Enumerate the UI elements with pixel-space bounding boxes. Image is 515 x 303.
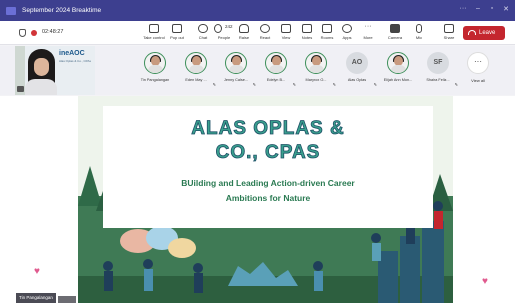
person-face bbox=[34, 58, 49, 76]
share-icon bbox=[444, 24, 454, 33]
participant-name: Eden May ... bbox=[185, 78, 207, 82]
presenter-name-label: Tin Pangalangan bbox=[16, 293, 56, 303]
avatar bbox=[305, 52, 327, 74]
participant-name: Elijah Ann Mon... bbox=[383, 78, 413, 82]
notes-icon bbox=[302, 24, 312, 33]
more-icon: ··· bbox=[467, 52, 489, 74]
share-button[interactable]: Share bbox=[435, 23, 463, 43]
participant-name: Tin Pangalangan bbox=[140, 78, 170, 82]
more-options-icon[interactable]: ··· bbox=[457, 5, 469, 12]
leave-label: Leave bbox=[479, 30, 496, 36]
participant-tile[interactable]: Maryrox O... ✎ bbox=[296, 50, 336, 90]
slide-subtitle-line-1: BUilding and Leading Action-driven Caree… bbox=[181, 178, 355, 188]
take-control-icon bbox=[149, 24, 159, 33]
minimize-icon[interactable]: – bbox=[472, 5, 484, 12]
avatar bbox=[144, 52, 166, 74]
leave-button[interactable]: Leave bbox=[463, 26, 505, 40]
self-video-tile[interactable]: ineAOC Alas Oplas & Co., CPAs bbox=[15, 46, 95, 95]
mic-off-icon: ✎ bbox=[454, 82, 458, 87]
shared-slide: ALAS OPLAS & CO., CPAS BUilding and Lead… bbox=[78, 96, 453, 303]
view-icon bbox=[281, 24, 291, 33]
mic-off-icon bbox=[17, 86, 24, 92]
slide-title-line-2: CO., CPAS bbox=[215, 142, 321, 164]
raise-hand-icon bbox=[239, 24, 249, 33]
close-icon[interactable]: ✕ bbox=[500, 5, 512, 13]
pop-out-button[interactable]: Pop out bbox=[163, 23, 191, 43]
pop-out-icon bbox=[172, 24, 182, 33]
participant-tile[interactable]: Jenny Calse... ✎ bbox=[216, 50, 256, 90]
apps-icon bbox=[342, 24, 352, 33]
recording-indicator-icon bbox=[31, 30, 37, 36]
teams-app-icon bbox=[6, 6, 16, 15]
background-brand-subtitle: Alas Oplas & Co., CPAs bbox=[59, 59, 91, 63]
more-button[interactable]: ··· More bbox=[354, 23, 382, 43]
avatar-initials: AO bbox=[346, 52, 368, 74]
participant-name: Maryrox O... bbox=[305, 78, 327, 82]
mic-icon bbox=[416, 24, 422, 33]
meeting-toolbar: 02:48:27 Take control Pop out Chat 242 P… bbox=[0, 21, 515, 45]
view-all-button[interactable]: ··· View all bbox=[464, 52, 492, 88]
chat-icon bbox=[198, 24, 208, 33]
avatar bbox=[185, 52, 207, 74]
participant-tile[interactable]: Eden May ... ✎ bbox=[176, 50, 216, 90]
avatar-initials: SF bbox=[427, 52, 449, 74]
avatar bbox=[265, 52, 287, 74]
participant-tile[interactable]: Elijah Ann Mon... bbox=[378, 50, 418, 90]
people-icon bbox=[214, 24, 222, 33]
meeting-window: September 2024 Breaktime ··· – ▫ ✕ 02:48… bbox=[0, 0, 515, 303]
more-icon: ··· bbox=[364, 23, 372, 30]
presenter-controls-icon[interactable] bbox=[58, 296, 76, 303]
maximize-icon[interactable]: ▫ bbox=[486, 5, 498, 12]
camera-icon bbox=[390, 24, 400, 33]
title-bar: September 2024 Breaktime ··· – ▫ ✕ bbox=[0, 0, 515, 21]
meeting-timer: 02:48:27 bbox=[42, 29, 64, 35]
participant-name: Shaira Feliz... bbox=[426, 78, 450, 82]
avatar bbox=[225, 52, 247, 74]
mic-off-icon: ✎ bbox=[332, 82, 336, 87]
view-all-label: View all bbox=[471, 78, 485, 83]
participant-name: Alas Oplas bbox=[347, 78, 367, 82]
avatar bbox=[387, 52, 409, 74]
person-shirt bbox=[25, 79, 57, 95]
react-icon bbox=[260, 24, 270, 33]
background-brand-logo: ineAOC bbox=[59, 50, 85, 57]
window-title: September 2024 Breaktime bbox=[22, 7, 102, 14]
slide-title-line-1: ALAS OPLAS & bbox=[191, 118, 345, 140]
phone-icon bbox=[468, 30, 476, 35]
participant-tile[interactable]: Edelyn B... ✎ bbox=[256, 50, 296, 90]
participant-tile[interactable]: SF Shaira Feliz... ✎ bbox=[418, 50, 458, 90]
participant-name: Jenny Calse... bbox=[223, 78, 249, 82]
slide-subtitle-line-2: Ambitions for Nature bbox=[225, 193, 311, 203]
heart-reaction-icon: ♥ bbox=[482, 276, 488, 287]
participant-tile[interactable]: Tin Pangalangan bbox=[135, 50, 175, 90]
mic-button[interactable]: Mic bbox=[405, 23, 433, 43]
mic-off-icon: ✎ bbox=[373, 82, 377, 87]
heart-reaction-icon: ♥ bbox=[34, 266, 40, 277]
participant-tile[interactable]: AO Alas Oplas ✎ bbox=[337, 50, 377, 90]
shield-icon bbox=[19, 29, 26, 37]
participant-name: Edelyn B... bbox=[266, 78, 286, 82]
rooms-icon bbox=[322, 24, 332, 33]
